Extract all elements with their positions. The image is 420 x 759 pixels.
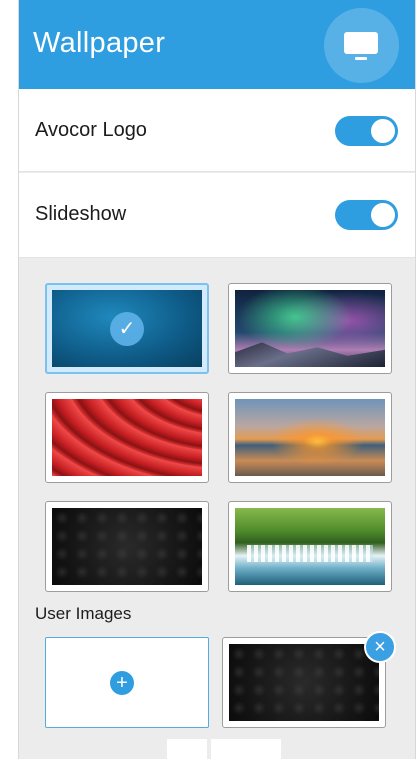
page-title: Wallpaper [33,27,166,59]
wallpaper-image [52,508,202,585]
wallpaper-image: ✓ [52,290,202,367]
wallpaper-thumb-sunset[interactable] [228,392,392,483]
user-images-label: User Images [35,604,132,623]
setting-row-avocor-logo: Avocor Logo [19,89,415,172]
wallpaper-thumb-red[interactable] [45,392,209,483]
wallpaper-image [235,508,385,585]
scroll-indicator [167,739,207,759]
slideshow-toggle[interactable] [335,200,398,230]
wallpaper-image [52,399,202,476]
panel-header: Wallpaper [19,0,415,89]
display-button[interactable] [324,8,399,83]
wallpaper-image [229,644,379,721]
setting-row-slideshow: Slideshow [19,173,415,258]
wallpaper-thumb-dark[interactable] [45,501,209,592]
user-image-thumb[interactable] [222,637,386,728]
remove-user-image-button[interactable]: × [364,631,396,663]
wallpaper-panel: Wallpaper Avocor Logo Slideshow ✓ User I… [18,0,416,759]
wallpaper-thumb-waterfall[interactable] [228,501,392,592]
wallpaper-image [235,290,385,367]
plus-icon: + [110,671,134,695]
avocor-logo-toggle[interactable] [335,116,398,146]
wallpaper-image [235,399,385,476]
check-icon: ✓ [110,311,144,346]
wallpaper-thumb-blue[interactable]: ✓ [45,283,209,374]
add-user-image-button[interactable]: + [45,637,209,728]
setting-label: Avocor Logo [35,119,147,141]
close-icon: × [374,636,386,658]
setting-label: Slideshow [35,203,127,225]
scroll-indicator [211,739,281,759]
wallpaper-thumb-aurora[interactable] [228,283,392,374]
